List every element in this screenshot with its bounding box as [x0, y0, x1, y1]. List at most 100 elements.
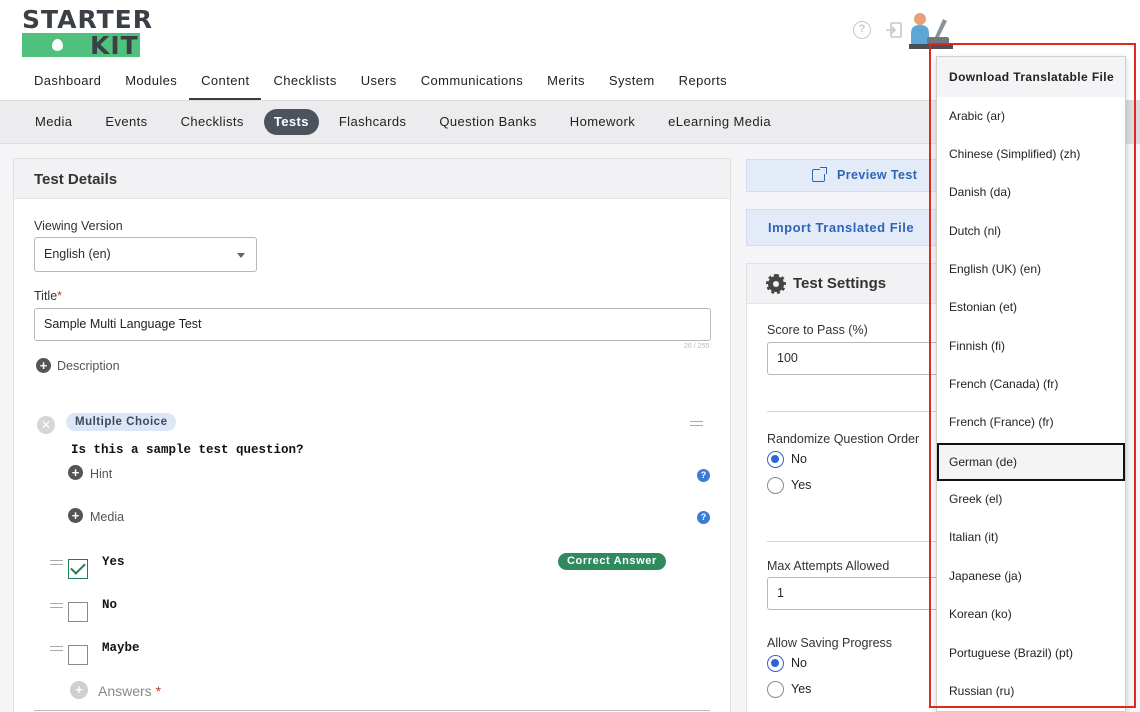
menu-item-language[interactable]: Italian (it) [937, 518, 1125, 556]
test-settings-card: Test Settings Score to Pass (%) 100 Rand… [746, 263, 947, 712]
score-to-pass-input[interactable]: 100 [767, 342, 947, 375]
menu-item-language[interactable]: Chinese (Simplified) (zh) [937, 135, 1125, 173]
option-text[interactable]: Yes [102, 555, 125, 569]
saving-yes-radio[interactable] [767, 681, 784, 698]
menu-item-language-highlighted[interactable]: German (de) [937, 443, 1125, 481]
drop-icon [52, 39, 63, 51]
menu-item-language[interactable]: Dutch (nl) [937, 212, 1125, 250]
viewing-version-label: Viewing Version [34, 219, 123, 233]
tab-question-banks[interactable]: Question Banks [426, 109, 549, 135]
nav-dashboard[interactable]: Dashboard [22, 62, 113, 100]
menu-item-language[interactable]: Portuguese (Brazil) (pt) [937, 634, 1125, 672]
main-nav: Dashboard Modules Content Checklists Use… [22, 62, 739, 100]
description-label[interactable]: Description [57, 359, 120, 373]
tab-elearning-media[interactable]: eLearning Media [655, 109, 784, 135]
title-label: Title* [34, 289, 62, 303]
saving-yes-label[interactable]: Yes [791, 682, 811, 696]
starter-kit-logo[interactable]: STARTER KIT [22, 5, 153, 60]
preview-test-button[interactable]: Preview Test [746, 159, 938, 192]
tab-media[interactable]: Media [22, 109, 85, 135]
media-info-icon[interactable]: ? [697, 511, 710, 524]
divider [34, 710, 710, 711]
gear-icon [766, 274, 786, 294]
remove-question-icon[interactable]: ✕ [37, 416, 55, 434]
option-checkbox-no[interactable] [68, 602, 88, 622]
user-avatar[interactable] [907, 11, 955, 49]
nav-system[interactable]: System [597, 62, 667, 100]
nav-users[interactable]: Users [349, 62, 409, 100]
logout-icon[interactable] [885, 21, 903, 39]
nav-content[interactable]: Content [189, 62, 262, 100]
randomize-yes-radio[interactable] [767, 477, 784, 494]
tab-checklists[interactable]: Checklists [168, 109, 257, 135]
nav-communications[interactable]: Communications [409, 62, 535, 100]
title-input[interactable]: Sample Multi Language Test [34, 308, 711, 341]
preview-test-label: Preview Test [837, 168, 918, 182]
required-mark: * [57, 289, 63, 303]
randomize-no-label[interactable]: No [791, 452, 807, 466]
drag-handle-icon[interactable] [690, 421, 703, 426]
option-checkbox-yes[interactable] [68, 559, 88, 579]
randomize-no-radio[interactable] [767, 451, 784, 468]
menu-item-language[interactable]: French (France) (fr) [937, 403, 1125, 441]
nav-reports[interactable]: Reports [667, 62, 739, 100]
caret-down-icon [237, 253, 245, 258]
nav-merits[interactable]: Merits [535, 62, 597, 100]
viewing-version-value: English (en) [44, 247, 111, 261]
option-drag-handle-icon[interactable] [50, 603, 63, 608]
required-mark: * [155, 683, 162, 699]
language-dropdown-menu: Download Translatable File Arabic (ar) C… [936, 56, 1126, 712]
menu-item-language[interactable]: Japanese (ja) [937, 557, 1125, 595]
answers-label[interactable]: Answers * [98, 683, 161, 699]
question-text[interactable]: Is this a sample test question? [71, 443, 304, 457]
title-label-text: Title [34, 289, 58, 303]
menu-item-language[interactable]: English (UK) (en) [937, 250, 1125, 288]
menu-item-language[interactable]: Estonian (et) [937, 288, 1125, 326]
add-description-icon[interactable]: + [36, 358, 51, 373]
logo-line-2: KIT [90, 31, 139, 60]
randomize-label: Randomize Question Order [767, 432, 920, 446]
hint-label[interactable]: Hint [90, 467, 112, 481]
option-text[interactable]: Maybe [102, 641, 140, 655]
add-hint-icon[interactable]: + [68, 465, 83, 480]
score-to-pass-label: Score to Pass (%) [767, 323, 868, 337]
menu-item-language[interactable]: Arabic (ar) [937, 97, 1125, 135]
tab-events[interactable]: Events [92, 109, 160, 135]
saving-no-label[interactable]: No [791, 656, 807, 670]
title-char-counter: 26 / 255 [684, 343, 710, 350]
add-media-icon[interactable]: + [68, 508, 83, 523]
menu-item-language[interactable]: Greek (el) [937, 480, 1125, 518]
randomize-yes-label[interactable]: Yes [791, 478, 811, 492]
question-type-badge: Multiple Choice [66, 413, 177, 431]
tab-flashcards[interactable]: Flashcards [326, 109, 420, 135]
saving-no-radio[interactable] [767, 655, 784, 672]
allow-saving-label: Allow Saving Progress [767, 636, 893, 650]
import-translated-file-button[interactable]: Import Translated File [746, 209, 938, 246]
menu-item-language[interactable]: French (Canada) (fr) [937, 365, 1125, 403]
divider [767, 411, 947, 412]
test-details-heading: Test Details [14, 159, 730, 199]
external-link-icon [812, 167, 827, 182]
option-text[interactable]: No [102, 598, 117, 612]
menu-item-download-translatable-file[interactable]: Download Translatable File [937, 57, 1125, 97]
tab-tests[interactable]: Tests [263, 109, 319, 135]
menu-item-language[interactable]: Korean (ko) [937, 595, 1125, 633]
hint-info-icon[interactable]: ? [697, 469, 710, 482]
menu-item-language[interactable]: Finnish (fi) [937, 327, 1125, 365]
menu-item-language[interactable]: Danish (da) [937, 173, 1125, 211]
media-label[interactable]: Media [90, 510, 124, 524]
option-drag-handle-icon[interactable] [50, 646, 63, 651]
menu-item-language[interactable]: Russian (ru) [937, 672, 1125, 710]
help-icon[interactable]: ? [853, 21, 871, 39]
add-answer-icon[interactable]: + [70, 681, 88, 699]
nav-modules[interactable]: Modules [113, 62, 189, 100]
nav-checklists[interactable]: Checklists [261, 62, 348, 100]
option-drag-handle-icon[interactable] [50, 560, 63, 565]
answers-label-text: Answers [98, 683, 152, 699]
viewing-version-select[interactable]: English (en) [34, 237, 257, 272]
logo-line-1: STARTER [22, 5, 153, 34]
correct-answer-badge: Correct Answer [558, 553, 666, 570]
max-attempts-input[interactable]: 1 [767, 577, 947, 610]
option-checkbox-maybe[interactable] [68, 645, 88, 665]
tab-homework[interactable]: Homework [557, 109, 648, 135]
